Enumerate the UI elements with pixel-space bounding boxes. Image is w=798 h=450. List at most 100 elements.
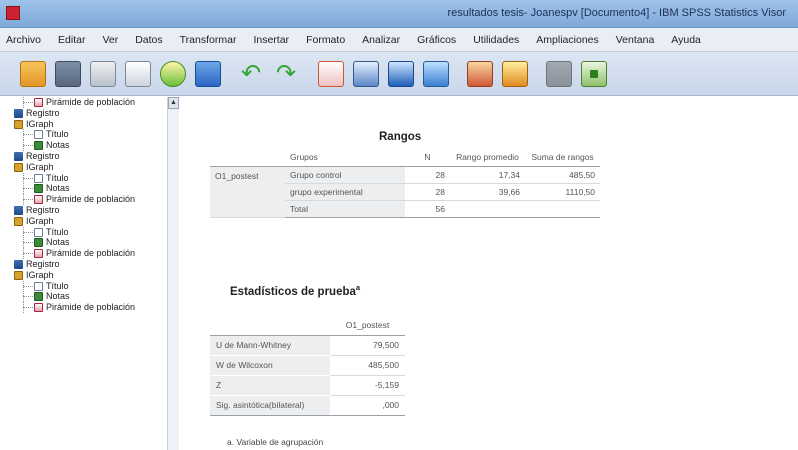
tree-connector (23, 291, 24, 303)
outline-item[interactable]: Registro (0, 205, 178, 216)
print-icon[interactable] (90, 60, 116, 87)
outline-scrollbar[interactable]: ▲ (167, 97, 179, 450)
select-cases-icon[interactable] (467, 60, 493, 87)
outline-item[interactable]: Registro (0, 259, 178, 270)
rangos-table: Grupos N Rango promedio Suma de rangos O… (210, 149, 600, 218)
scroll-up-icon[interactable]: ▲ (168, 97, 179, 109)
estadisticos-title: Estadísticos de pruebaa (230, 283, 361, 298)
outline-pane[interactable]: Pirámide de población Registro IGraph Títul… (0, 97, 179, 450)
menu-ampliaciones[interactable]: Ampliaciones (528, 34, 607, 46)
outline-item-label: Título (46, 129, 69, 140)
tree-connector (23, 248, 24, 260)
outline-item[interactable]: IGraph (0, 162, 178, 173)
tree-connector (23, 237, 24, 249)
outline-item-label: Pirámide de población (46, 302, 136, 313)
goto-case-icon[interactable] (318, 60, 344, 87)
outline-item-label: IGraph (26, 215, 54, 226)
menu-formato[interactable]: Formato (298, 34, 354, 46)
table-icon[interactable] (423, 60, 449, 87)
variables-icon[interactable] (353, 60, 379, 87)
insert-output-icon[interactable] (581, 60, 607, 87)
outline-item[interactable]: Título (0, 280, 178, 292)
create-chart-icon[interactable] (388, 60, 414, 87)
cell-n: 56 (405, 200, 450, 218)
outline-item[interactable]: Registro (0, 108, 178, 119)
outline-item[interactable]: Notas (0, 140, 178, 152)
outline-item[interactable]: Pirámide de población (0, 194, 178, 206)
export-icon[interactable] (160, 60, 186, 87)
outline-item-label: Registro (26, 150, 60, 161)
outline-item[interactable]: Notas (0, 183, 178, 195)
redo-icon[interactable] (274, 59, 300, 88)
window-title: resultados tesis- Joanespv [Documento4] … (447, 7, 787, 19)
undo-icon[interactable] (239, 59, 265, 88)
piramide-icon (34, 303, 43, 313)
menu-archivo[interactable]: Archivo (0, 34, 50, 46)
rangos-title: Rangos (379, 131, 422, 143)
outline-item-label: IGraph (26, 269, 54, 280)
tree-connector (23, 145, 33, 147)
tree-connector (23, 253, 33, 255)
tree-connector (23, 296, 33, 298)
menu-analizar[interactable]: Analizar (354, 34, 409, 46)
outline-item[interactable]: IGraph (0, 216, 178, 227)
outline-item-label: Pirámide de población (46, 194, 136, 205)
cell-suma: 1110,50 (525, 183, 600, 201)
outline-item[interactable]: Notas (0, 291, 178, 303)
menu-datos[interactable]: Datos (127, 34, 171, 46)
menu-ver[interactable]: Ver (94, 34, 127, 46)
table-row: Z -5,159 (210, 375, 405, 396)
recall-dialog-icon[interactable] (195, 60, 221, 87)
col-o1-postest: O1_postest (330, 315, 405, 336)
tree-connector (23, 172, 24, 184)
menu-utilidades[interactable]: Utilidades (465, 34, 528, 46)
tree-connector (23, 183, 24, 195)
open-icon[interactable] (20, 60, 46, 87)
cell-rango: 17,34 (450, 166, 525, 184)
outline-item[interactable]: IGraph (0, 119, 178, 130)
outline-item[interactable]: Título (0, 226, 178, 238)
outline-item-label: Pirámide de población (46, 248, 136, 259)
titulo-icon (34, 173, 43, 183)
piramide-icon (34, 98, 43, 107)
menu-insertar[interactable]: Insertar (245, 34, 298, 46)
cell-rango (450, 200, 525, 218)
outline-item[interactable]: Título (0, 172, 178, 184)
group-label: Grupo control (285, 166, 405, 184)
menu-ventana[interactable]: Ventana (608, 34, 664, 46)
save-icon[interactable] (55, 60, 81, 87)
col-n: N (405, 149, 450, 167)
tree-connector (23, 97, 24, 108)
tree-connector (23, 188, 33, 190)
title-bar: resultados tesis- Joanespv [Documento4] … (0, 0, 798, 28)
weight-cases-icon[interactable] (502, 60, 528, 87)
outline-item[interactable]: Título (0, 129, 178, 141)
tree-connector (23, 140, 24, 152)
tree-connector (23, 177, 33, 179)
titulo-icon (34, 281, 43, 291)
outline-item[interactable]: Registro (0, 151, 178, 162)
outline-item[interactable]: Pirámide de población (0, 248, 178, 260)
outline-item[interactable]: Pirámide de población (0, 302, 178, 314)
outline-item[interactable]: IGraph (0, 270, 178, 281)
print-preview-icon[interactable] (125, 60, 151, 87)
outline-item[interactable]: Pirámide de población (0, 97, 178, 108)
cell-suma (525, 200, 600, 218)
menu-editar[interactable]: Editar (50, 34, 94, 46)
disabled-icon (546, 60, 572, 87)
menu-graficos[interactable]: Gráficos (409, 34, 465, 46)
menu-ayuda[interactable]: Ayuda (663, 34, 710, 46)
output-pane: Rangos Grupos N Rango promedio Suma de r… (180, 97, 798, 450)
registro-icon (14, 205, 23, 215)
menu-transformar[interactable]: Transformar (172, 34, 246, 46)
footnote-marker: a (355, 283, 361, 292)
tree-connector (23, 302, 24, 314)
tree-connector (23, 199, 33, 201)
outline-item-label: Registro (26, 258, 60, 269)
footnote: a. Variable de agrupación (227, 437, 324, 447)
menu-bar: Archivo Editar Ver Datos Transformar Ins… (0, 28, 798, 52)
tree-connector (23, 285, 33, 287)
stat-value: 485,500 (330, 355, 405, 376)
outline-item[interactable]: Notas (0, 237, 178, 249)
outline-item-label: Registro (26, 204, 60, 215)
